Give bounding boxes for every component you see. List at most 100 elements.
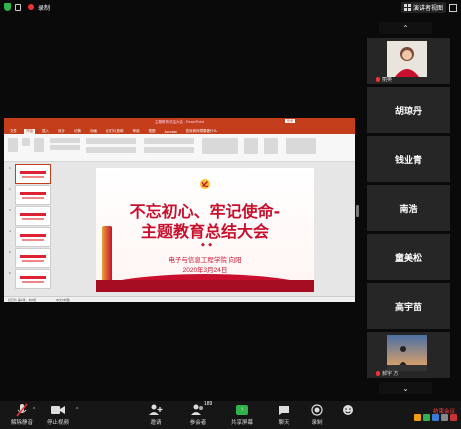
participant-caption: 丽英: [376, 76, 392, 83]
share-screen-button[interactable]: ↑ 共享屏幕: [222, 403, 262, 426]
participant-tile[interactable]: 高宇苗: [367, 283, 450, 329]
slide-thumbnail[interactable]: 5: [9, 248, 51, 268]
thumbnail-subtitle-bar: [22, 218, 44, 220]
thumbnail-subtitle-bar: [22, 176, 44, 178]
audio-options-chevron-icon[interactable]: ^: [33, 407, 35, 413]
fullscreen-icon[interactable]: [449, 3, 457, 12]
thumbnail-subtitle-bar: [22, 239, 44, 241]
chat-bubble-icon: [278, 403, 290, 417]
recording-label: 录制: [38, 5, 51, 12]
participant-tile[interactable]: 钱业青: [367, 136, 450, 182]
participant-tile[interactable]: 童美松: [367, 234, 450, 280]
thumbnail-title-bar: [20, 234, 46, 237]
security-shield-icon[interactable]: [4, 3, 11, 11]
paragraph-buttons[interactable]: [144, 138, 194, 144]
mic-muted-icon: [376, 371, 380, 376]
gallery-down-arrow-icon[interactable]: ⌄: [379, 382, 432, 394]
smiley-icon: [342, 403, 354, 417]
participant-video: [387, 335, 427, 371]
slide-thumbnail-number: 5: [9, 250, 11, 254]
shapes-gallery[interactable]: [202, 138, 238, 154]
ppt-ribbon-tabs: 文件 开始 插入 设计 切换 动画 幻灯片放映 审阅 视图 Acrobat 告诉我你想要做什么: [4, 126, 355, 134]
thumbnail-subtitle-bar: [22, 260, 44, 262]
find-replace-buttons[interactable]: [286, 138, 316, 154]
gallery-up-arrow-icon[interactable]: ⌃: [379, 22, 432, 34]
slide-thumbnail[interactable]: 2: [9, 185, 51, 205]
participant-tile[interactable]: 丽英: [367, 38, 450, 84]
unmute-label: 解除静音: [10, 420, 33, 426]
font-style-buttons[interactable]: [86, 147, 136, 153]
participants-label: 参会者: [189, 420, 207, 426]
slide-thumbnail-number: 3: [9, 208, 11, 212]
shared-screen: 主题教育总结大会 - PowerPoint 登录 文件 开始 插入 设计 切换 动画 幻灯片…: [4, 118, 355, 302]
speaker-view-label: 演讲者视图: [412, 6, 443, 12]
meeting-toolbar: 解除静音 ^ 停止视频 ^ 邀请 189 参会者 ↑ 共享屏幕 聊天 录制 结束…: [0, 401, 461, 429]
slide-thumbnail-number: 4: [9, 229, 11, 233]
slide-thumbnail[interactable]: 3: [9, 206, 51, 226]
speaker-view-button[interactable]: 演讲者视图: [400, 2, 446, 13]
ppt-ribbon: [4, 134, 355, 162]
stop-video-label: 停止视频: [46, 420, 69, 426]
share-screen-label: 共享屏幕: [230, 420, 253, 426]
slide-diamond-divider: ◆ ◆: [201, 242, 214, 248]
participants-count: 189: [204, 401, 213, 407]
top-left-status: 录制: [0, 3, 50, 12]
record-label: 录制: [311, 420, 323, 426]
slide-date: 2020年3月24日: [182, 267, 228, 274]
ppt-workspace: 1 2 3 4 5 6 不忘初心、牢记使命- 主题教育总结大会 ◆ ◆ 电子与信息工程学院…: [4, 162, 355, 296]
participant-name: 胡琼丹: [394, 106, 422, 116]
thumbnail-title-bar: [20, 276, 46, 279]
quick-styles-button[interactable]: [264, 138, 278, 154]
unmute-button[interactable]: 解除静音: [2, 403, 42, 426]
lock-icon: [15, 3, 21, 11]
arrange-button[interactable]: [244, 138, 258, 154]
participant-name: 南浩: [399, 204, 418, 214]
slide-thumbnail-number: 1: [9, 166, 11, 170]
participants-icon: 189: [191, 401, 212, 417]
participant-video: [387, 41, 427, 77]
slide-thumbnail[interactable]: 4: [9, 227, 51, 247]
mic-muted-icon: [376, 77, 380, 82]
slide-thumbnail[interactable]: 1: [9, 164, 51, 184]
ppt-status-bar: 幻灯片 第1张，共6张 中文(中国): [4, 296, 355, 302]
participant-tile[interactable]: 南浩: [367, 185, 450, 231]
view-splitter-handle[interactable]: [356, 205, 359, 217]
language-indicator: 中文(中国): [56, 297, 71, 302]
align-buttons[interactable]: [144, 147, 194, 153]
participant-name: 高宇苗: [394, 302, 422, 312]
cut-button[interactable]: [22, 138, 30, 146]
ppt-window-title: 主题教育总结大会 - PowerPoint: [154, 119, 204, 124]
stop-video-button[interactable]: 停止视频: [38, 403, 78, 426]
participants-button[interactable]: 189 参会者: [178, 401, 218, 426]
microphone-muted-icon: [16, 403, 28, 417]
ppt-login-button[interactable]: 登录: [284, 119, 295, 123]
participant-caption-name: 丽英: [382, 77, 393, 83]
current-slide: 不忘初心、牢记使命- 主题教育总结大会 ◆ ◆ 电子与信息工程学院 向阳 202…: [96, 168, 314, 292]
top-bar: 录制 演讲者视图: [0, 0, 461, 14]
recording-icon: [28, 4, 34, 10]
video-options-chevron-icon[interactable]: ^: [76, 407, 78, 413]
zoom-meeting-window: 录制 演讲者视图 主题教育总结大会 - PowerPoint 登录 文件 开始 插入…: [0, 0, 461, 429]
slide-red-base: [96, 280, 314, 292]
slide-thumbnails: 1 2 3 4 5 6: [7, 164, 53, 292]
invite-button[interactable]: 邀请: [136, 403, 176, 426]
grid-view-icon: [403, 4, 411, 11]
video-camera-icon: [51, 403, 65, 417]
participant-tile[interactable]: 郝宇 方: [367, 332, 450, 378]
participant-caption: 郝宇 方: [376, 370, 398, 377]
new-slide-button[interactable]: [34, 138, 44, 152]
paste-button[interactable]: [8, 138, 18, 152]
thumbnail-subtitle-bar: [22, 281, 44, 283]
slide-thumbnail[interactable]: 6: [9, 269, 51, 289]
font-select[interactable]: [86, 138, 136, 144]
reactions-button[interactable]: [328, 403, 368, 418]
record-icon: [311, 403, 323, 417]
reset-button[interactable]: [50, 145, 80, 150]
layout-button[interactable]: [50, 138, 80, 143]
ppt-title-bar: 主题教育总结大会 - PowerPoint 登录: [4, 118, 355, 126]
tray-network-icon: [432, 414, 439, 421]
thumbnail-title-bar: [20, 171, 46, 174]
participant-tile[interactable]: 胡琼丹: [367, 87, 450, 133]
tray-app-icon: [414, 414, 421, 421]
thumbnail-title-bar: [20, 192, 46, 195]
